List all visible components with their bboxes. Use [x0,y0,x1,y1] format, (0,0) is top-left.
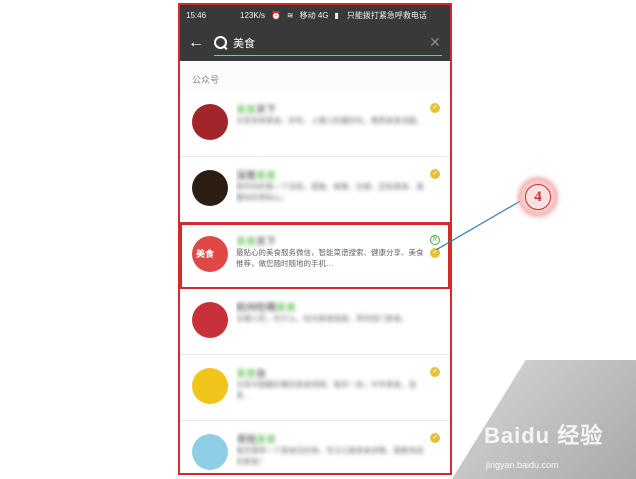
avatar [192,302,228,338]
title-prefix: 深夜 [236,171,256,181]
result-description: 分享中国最好看的美食视频，每天一条；中华美食，泡茶… [236,380,416,400]
annotation-marker: 4 [519,178,557,216]
result-description: 分享各种美食，好吃、上哪儿吃最好吃，推荐美食话题。 [236,116,424,125]
result-title: 美食台 [236,365,428,379]
watermark-url: jingyan.baidu.com [486,460,559,470]
badges: ✓ [428,367,442,377]
verified-icon: ✓ [430,103,440,113]
status-notice: 只能拨打紧急呼救电话 [346,10,427,20]
annotation-number: 4 [525,184,551,210]
result-title: 美食天下 [236,101,428,115]
result-description: 陪伴你的每一个深夜，孤独、疲惫、彷徨，还有美食，温暖你的胃和心。 [236,182,424,202]
title-keyword: 美食 [236,105,256,115]
arrow-left-icon[interactable]: ← [188,34,204,52]
result-title: 寻找美食 [236,431,428,445]
avatar: 美食 [192,236,228,272]
badges: ✓ [428,103,442,113]
status-carrier: 移动 4G [299,10,329,20]
magnifier-icon [214,35,228,50]
alarm-icon: ⏰ [270,10,281,20]
result-description: 去哪儿吃，吃什么，杭州美食指南，带你找门美食。 [236,314,409,323]
status-bar: 15:46 123K/s ⏰ ≋ 移动 4G ▮ 只能拨打紧急呼救电话 [180,5,450,25]
results-list: 公众号 美食天下 分享各种美食，好吃、上哪儿吃最好吃，推荐美食话题。 ✓ 深夜美食 陪伴… [180,61,450,473]
title-prefix: 杭州吃喝 [236,303,276,313]
result-body: 寻找美食 每天推荐一个美食目的地，专注讨某美食攻略，搜索地道的美食！ [236,431,428,473]
result-item[interactable]: 美食 美食天下 最贴心的美食服务微信，智能菜谱搜索、健康分享、美食推荐，做您随时随地… [180,222,450,290]
result-item[interactable]: 美食台 分享中国最好看的美食视频，每天一条；中华美食，泡茶… ✓ [180,355,450,421]
result-body: 深夜美食 陪伴你的每一个深夜，孤独、疲惫、彷徨，还有美食，温暖你的胃和心。 [236,167,428,214]
result-title: 杭州吃喝美食 [236,299,428,313]
signal-icon: ▮ [334,10,339,20]
search-value: 美食 [233,37,255,50]
result-title: 深夜美食 [236,167,428,181]
verified-icon: ✓ [430,169,440,179]
wifi-icon: ≋ [286,10,294,20]
title-keyword: 美食 [256,171,276,181]
search-input[interactable]: 美食 ✕ [214,30,442,56]
title-keyword: 美食 [236,237,256,247]
status-speed: 123K/s [240,10,265,20]
verified-icon: ✓ [430,433,440,443]
result-title: 美食天下 [236,233,428,247]
screenshot-stage: 15:46 123K/s ⏰ ≋ 移动 4G ▮ 只能拨打紧急呼救电话 ← 美食… [0,0,636,479]
watermark-logo: Baidu 经验 [484,423,604,448]
result-item[interactable]: 深夜美食 陪伴你的每一个深夜，孤独、疲惫、彷徨，还有美食，温暖你的胃和心。 ✓ [180,157,450,223]
title-keyword: 美食 [256,435,276,445]
title-suffix: 台 [256,369,266,379]
avatar [192,434,228,470]
avatar [192,170,228,206]
badges: ✓ [428,433,442,443]
avatar-label: 美食 [196,249,215,259]
title-keyword: 美食 [276,303,296,313]
avatar [192,104,228,140]
result-item[interactable]: 杭州吃喝美食 去哪儿吃，吃什么，杭州美食指南，带你找门美食。 [180,289,450,355]
title-keyword: 美食 [236,369,256,379]
title-suffix: 天下 [256,237,276,247]
badges: ✓ [428,169,442,179]
result-body: 美食台 分享中国最好看的美食视频，每天一条；中华美食，泡茶… [236,365,428,412]
verified-icon: ✓ [430,367,440,377]
avatar [192,368,228,404]
result-body: 美食天下 最贴心的美食服务微信，智能菜谱搜索、健康分享、美食推荐，做您随时随地的手… [236,233,428,280]
result-body: 美食天下 分享各种美食，好吃、上哪儿吃最好吃，推荐美食话题。 [236,101,428,148]
result-body: 杭州吃喝美食 去哪儿吃，吃什么，杭州美食指南，带你找门美食。 [236,299,428,346]
status-time: 15:46 [186,10,207,20]
result-item[interactable]: 美食天下 分享各种美食，好吃、上哪儿吃最好吃，推荐美食话题。 ✓ [180,91,450,157]
title-suffix: 天下 [256,105,276,115]
annotation-connector [436,199,523,250]
result-description: 最贴心的美食服务微信，智能菜谱搜索、健康分享、美食推荐，做您随时随地的手机… [236,248,424,268]
phone-screen: 15:46 123K/s ⏰ ≋ 移动 4G ▮ 只能拨打紧急呼救电话 ← 美食… [178,3,452,475]
result-description: 每天推荐一个美食目的地，专注讨某美食攻略，搜索地道的美食！ [236,446,424,466]
title-prefix: 寻找 [236,435,256,445]
result-item[interactable]: 寻找美食 每天推荐一个美食目的地，专注讨某美食攻略，搜索地道的美食！ ✓ [180,421,450,473]
search-bar: ← 美食 ✕ [180,25,450,61]
close-icon[interactable]: ✕ [428,34,442,51]
section-header: 公众号 [192,75,220,85]
